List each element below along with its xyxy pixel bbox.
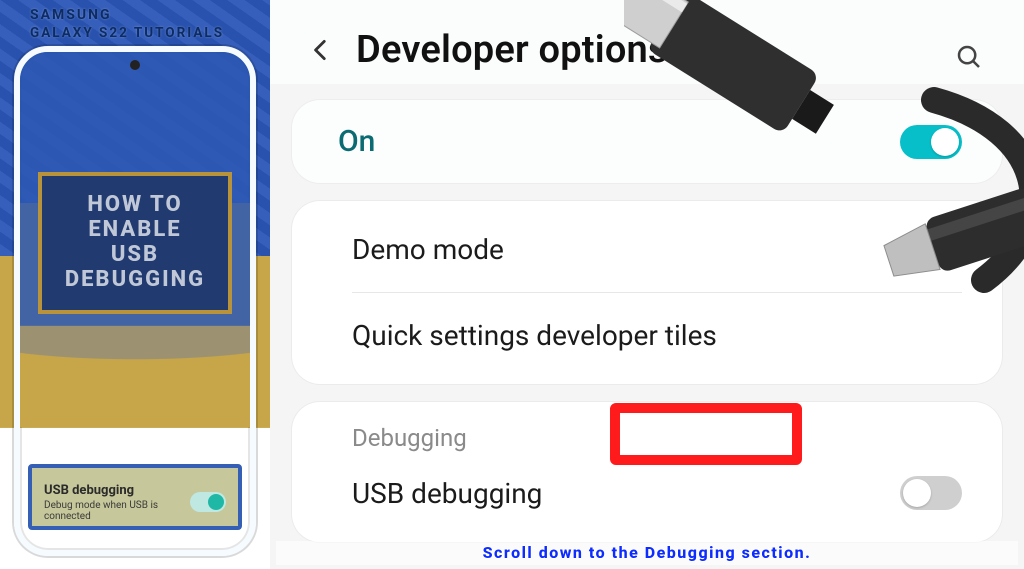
row-label: Demo mode — [352, 233, 504, 266]
master-toggle-row[interactable]: On — [292, 100, 1002, 183]
title-line: HOW TO — [48, 192, 222, 217]
row-quick-settings-tiles[interactable]: Quick settings developer tiles — [292, 293, 1002, 378]
settings-screen: Developer options On Demo mode Quick set… — [270, 0, 1024, 569]
row-label: USB debugging — [352, 477, 542, 510]
search-icon[interactable] — [954, 42, 984, 72]
tutorial-brand: SAMSUNG GALAXY S22 TUTORIALS — [30, 6, 224, 42]
mini-toggle-on-icon — [190, 492, 226, 512]
settings-header: Developer options — [270, 0, 1024, 84]
back-icon[interactable] — [308, 37, 334, 63]
master-toggle-label: On — [338, 124, 375, 159]
page-title: Developer options — [356, 28, 668, 72]
row-label: Quick settings developer tiles — [352, 319, 717, 352]
brand-line1: SAMSUNG — [30, 6, 224, 24]
title-line: ENABLE — [48, 217, 222, 242]
tutorial-sidebar: SAMSUNG GALAXY S22 TUTORIALS HOW TO ENAB… — [0, 0, 270, 569]
mini-sub: Debug mode when USB is connected — [44, 500, 190, 522]
toggle-off-icon[interactable] — [900, 476, 962, 510]
phone-frame: HOW TO ENABLE USB DEBUGGING USB debuggin… — [14, 46, 256, 556]
section-label-debugging: Debugging — [292, 402, 1002, 462]
settings-card-debugging: Debugging USB debugging — [292, 402, 1002, 542]
toggle-on-icon[interactable] — [900, 125, 962, 159]
instruction-caption: Scroll down to the Debugging section. — [276, 541, 1018, 565]
mini-title: USB debugging — [44, 483, 190, 498]
settings-card-1: Demo mode Quick settings developer tiles — [292, 201, 1002, 384]
mini-preview-card: USB debugging Debug mode when USB is con… — [28, 464, 242, 530]
tutorial-title-card: HOW TO ENABLE USB DEBUGGING — [38, 172, 232, 314]
row-demo-mode[interactable]: Demo mode — [292, 207, 1002, 292]
title-line: USB — [48, 242, 222, 267]
title-line: DEBUGGING — [48, 267, 222, 292]
master-toggle-panel: On — [292, 100, 1002, 183]
brand-line2: GALAXY S22 TUTORIALS — [30, 24, 224, 42]
row-usb-debugging[interactable]: USB debugging — [292, 462, 1002, 536]
